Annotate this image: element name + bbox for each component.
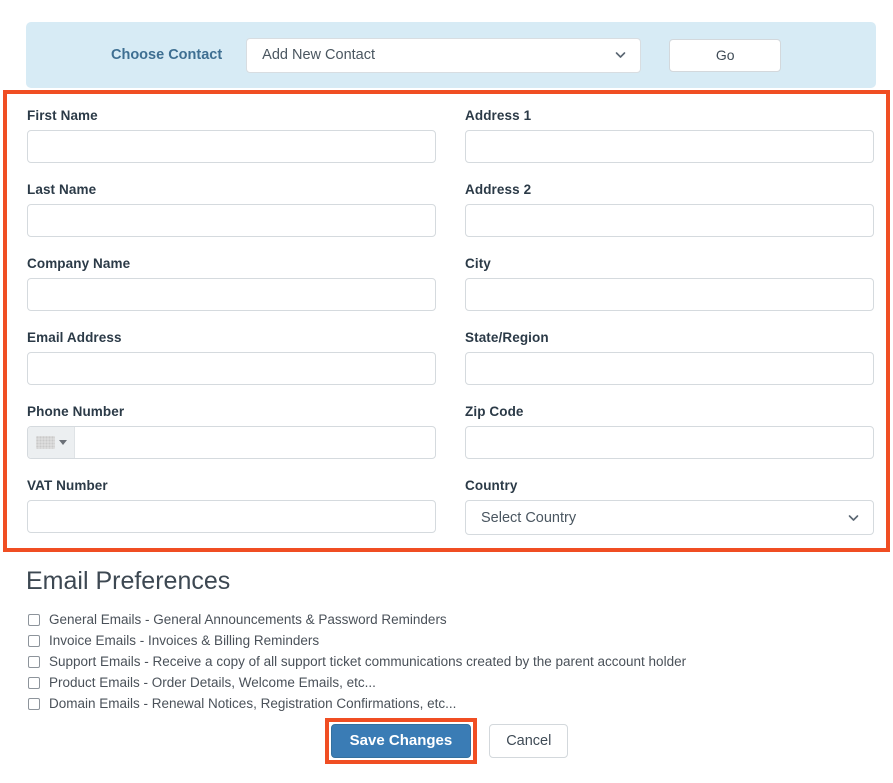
go-button[interactable]: Go: [669, 38, 782, 72]
label-vat-number: VAT Number: [27, 478, 108, 493]
cancel-button[interactable]: Cancel: [489, 724, 569, 758]
label-domain-emails[interactable]: Domain Emails - Renewal Notices, Registr…: [49, 696, 456, 711]
checkbox-support-emails[interactable]: [28, 655, 40, 668]
field-zip-code: Zip Code: [465, 404, 877, 459]
checkbox-product-emails[interactable]: [28, 676, 40, 689]
form-column-left: First Name Last Name Company Name Email …: [27, 108, 439, 533]
country-select[interactable]: Select Country: [465, 500, 874, 535]
contact-select-value: Add New Contact: [262, 47, 376, 63]
label-first-name: First Name: [27, 108, 98, 123]
preference-row-product: Product Emails - Order Details, Welcome …: [26, 673, 866, 693]
field-email-address: Email Address: [27, 330, 439, 385]
save-button-highlight: Save Changes: [324, 718, 478, 764]
input-last-name[interactable]: [27, 204, 436, 237]
flag-placeholder-icon: [35, 436, 55, 449]
input-vat-number[interactable]: [27, 500, 436, 533]
input-city[interactable]: [465, 278, 874, 311]
contact-form: First Name Last Name Company Name Email …: [7, 94, 886, 548]
contact-form-highlight: First Name Last Name Company Name Email …: [3, 90, 890, 552]
caret-down-icon: [58, 440, 67, 445]
label-company-name: Company Name: [27, 256, 131, 271]
email-preferences-section: Email Preferences General Emails - Gener…: [26, 567, 866, 715]
label-address-1: Address 1: [465, 108, 532, 123]
preference-row-invoice: Invoice Emails - Invoices & Billing Remi…: [26, 631, 866, 651]
label-support-emails[interactable]: Support Emails - Receive a copy of all s…: [49, 654, 686, 669]
field-state-region: State/Region: [465, 330, 877, 385]
input-zip-code[interactable]: [465, 426, 874, 459]
input-address-2[interactable]: [465, 204, 874, 237]
country-select-wrapper: Select Country: [465, 500, 874, 535]
label-country: Country: [465, 478, 518, 493]
input-email-address[interactable]: [27, 352, 436, 385]
label-last-name: Last Name: [27, 182, 97, 197]
preference-row-general: General Emails - General Announcements &…: [26, 610, 866, 630]
label-phone-number: Phone Number: [27, 404, 125, 419]
email-preferences-title: Email Preferences: [26, 567, 231, 595]
contact-select-wrapper: Add New Contact: [246, 37, 642, 73]
checkbox-invoice-emails[interactable]: [28, 634, 40, 647]
label-general-emails[interactable]: General Emails - General Announcements &…: [49, 612, 447, 627]
label-product-emails[interactable]: Product Emails - Order Details, Welcome …: [49, 675, 376, 690]
preference-row-domain: Domain Emails - Renewal Notices, Registr…: [26, 694, 866, 714]
label-invoice-emails[interactable]: Invoice Emails - Invoices & Billing Remi…: [49, 633, 319, 648]
input-state-region[interactable]: [465, 352, 874, 385]
form-column-right: Address 1 Address 2 City State/Region Zi…: [465, 108, 877, 535]
input-address-1[interactable]: [465, 130, 874, 163]
phone-input-group: [27, 426, 436, 459]
field-address-1: Address 1: [465, 108, 877, 163]
choose-contact-banner: Choose Contact Add New Contact Go: [26, 22, 876, 88]
field-country: Country Select Country: [465, 478, 877, 535]
field-company-name: Company Name: [27, 256, 439, 311]
input-phone-number[interactable]: [75, 427, 435, 458]
preference-row-support: Support Emails - Receive a copy of all s…: [26, 652, 866, 672]
form-actions: Save Changes Cancel: [0, 718, 893, 764]
field-city: City: [465, 256, 877, 311]
label-state-region: State/Region: [465, 330, 549, 345]
input-company-name[interactable]: [27, 278, 436, 311]
field-vat-number: VAT Number: [27, 478, 439, 533]
field-address-2: Address 2: [465, 182, 877, 237]
label-zip-code: Zip Code: [465, 404, 524, 419]
label-city: City: [465, 256, 491, 271]
field-last-name: Last Name: [27, 182, 439, 237]
field-first-name: First Name: [27, 108, 439, 163]
field-phone-number: Phone Number: [27, 404, 439, 459]
checkbox-general-emails[interactable]: [28, 613, 40, 626]
checkbox-domain-emails[interactable]: [28, 697, 40, 710]
label-email-address: Email Address: [27, 330, 122, 345]
choose-contact-label: Choose Contact: [111, 47, 223, 63]
save-changes-button[interactable]: Save Changes: [330, 724, 472, 758]
label-address-2: Address 2: [465, 182, 532, 197]
country-select-value: Select Country: [481, 509, 577, 526]
country-flag-dropdown[interactable]: [28, 427, 75, 458]
contact-select[interactable]: Add New Contact: [246, 37, 642, 73]
input-first-name[interactable]: [27, 130, 436, 163]
